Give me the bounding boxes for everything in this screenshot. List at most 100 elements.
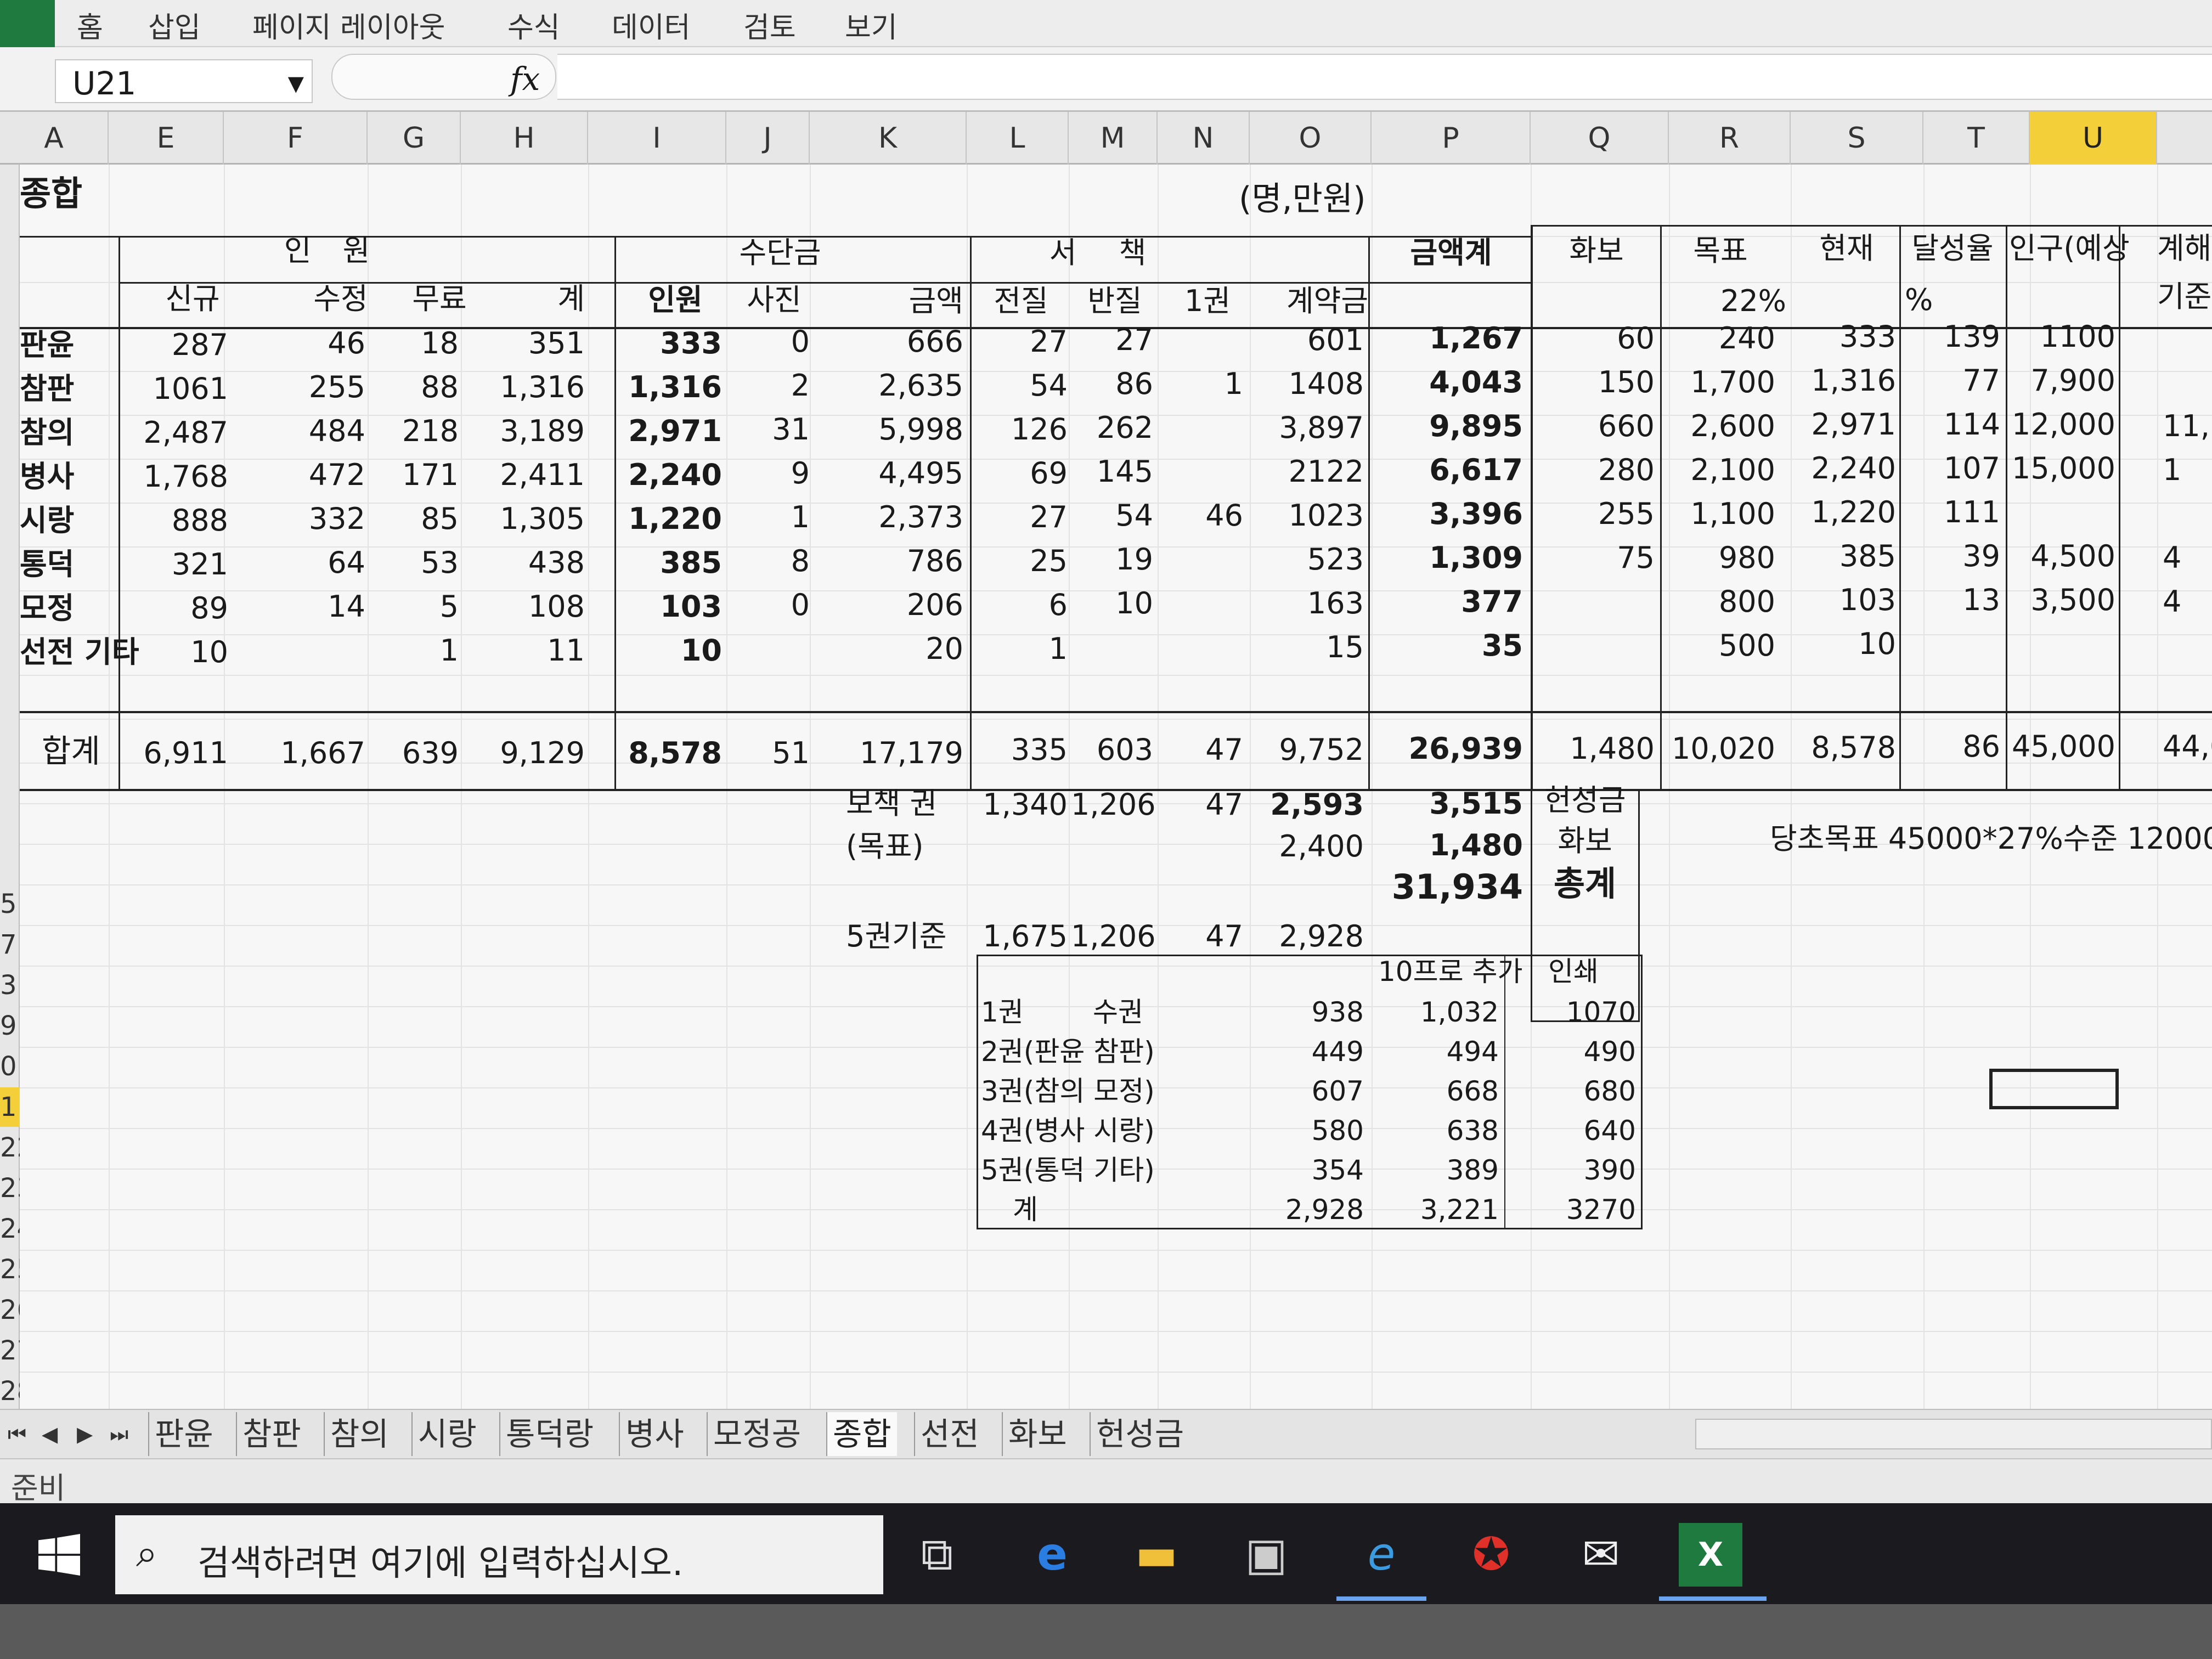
- table-cell[interactable]: 3,396: [1375, 495, 1523, 533]
- tab-data[interactable]: 데이터: [612, 4, 691, 46]
- books-cell[interactable]: 668: [1375, 1072, 1499, 1110]
- table-cell[interactable]: 27: [974, 323, 1068, 361]
- table-cell[interactable]: 39: [1901, 537, 2000, 575]
- row-header[interactable]: 9: [0, 1006, 20, 1046]
- table-cell[interactable]: 2: [733, 366, 810, 405]
- table-cell[interactable]: 1: [2163, 451, 2181, 489]
- col-header-j[interactable]: J: [726, 112, 810, 165]
- col-header-g[interactable]: G: [368, 112, 461, 165]
- table-cell[interactable]: 6,617: [1375, 451, 1523, 489]
- books-cell[interactable]: 3270: [1508, 1190, 1636, 1229]
- row-header[interactable]: 24: [0, 1209, 33, 1249]
- table-cell[interactable]: 10: [590, 631, 722, 670]
- table-cell[interactable]: 27: [1071, 321, 1153, 359]
- table-cell[interactable]: 4: [2163, 539, 2181, 577]
- table-cell[interactable]: 3,500: [2011, 581, 2115, 619]
- table-cell[interactable]: 351: [464, 324, 585, 363]
- table-cell[interactable]: 0: [733, 323, 810, 361]
- tab-home[interactable]: 홈: [77, 4, 103, 46]
- table-cell[interactable]: 150: [1534, 363, 1655, 402]
- table-cell[interactable]: 18: [371, 324, 459, 363]
- total-cell[interactable]: 8,578: [1792, 729, 1896, 767]
- table-cell[interactable]: 9: [733, 454, 810, 493]
- table-cell[interactable]: 14: [228, 588, 365, 626]
- excel-icon[interactable]: X: [1679, 1523, 1742, 1587]
- table-cell[interactable]: 64: [228, 544, 365, 582]
- table-cell[interactable]: 171: [371, 456, 459, 494]
- table-cell[interactable]: 145: [1071, 453, 1153, 491]
- table-cell[interactable]: 126: [974, 410, 1068, 449]
- col-header-t[interactable]: T: [1923, 112, 2030, 165]
- table-cell[interactable]: 1,220: [590, 500, 722, 538]
- col-header-r[interactable]: R: [1669, 112, 1791, 165]
- summary-cell[interactable]: 2,400: [1254, 827, 1364, 866]
- col-header-q[interactable]: Q: [1531, 112, 1669, 165]
- books-cell[interactable]: 680: [1508, 1072, 1636, 1110]
- total-cell[interactable]: 47: [1161, 731, 1243, 769]
- table-cell[interactable]: 53: [371, 544, 459, 582]
- table-cell[interactable]: 4,043: [1375, 363, 1523, 402]
- row-header[interactable]: 25: [0, 1250, 33, 1289]
- summary-cell[interactable]: 47: [1161, 917, 1243, 956]
- table-cell[interactable]: 980: [1666, 539, 1775, 577]
- total-cell[interactable]: 1,667: [228, 734, 365, 772]
- acrobat-icon[interactable]: ✪: [1459, 1523, 1523, 1587]
- dropdown-arrow-icon[interactable]: ▼: [288, 71, 304, 95]
- summary-cell[interactable]: 2,928: [1254, 917, 1364, 956]
- tab-page-layout[interactable]: 페이지 레이아웃: [252, 4, 445, 46]
- table-cell[interactable]: 8: [733, 542, 810, 580]
- table-cell[interactable]: 1,316: [1792, 362, 1896, 400]
- table-cell[interactable]: 2,600: [1666, 407, 1775, 445]
- row-header[interactable]: 22: [0, 1128, 33, 1167]
- sheet-tab[interactable]: 병사: [619, 1412, 690, 1456]
- col-header-a[interactable]: A: [0, 112, 109, 165]
- table-cell[interactable]: 54: [974, 366, 1068, 405]
- total-cell[interactable]: 335: [974, 731, 1068, 769]
- windows-start-icon[interactable]: [38, 1534, 80, 1576]
- table-cell[interactable]: 2,635: [815, 366, 963, 405]
- col-header-u[interactable]: U: [2030, 112, 2157, 165]
- table-cell[interactable]: 255: [1534, 495, 1655, 533]
- col-header-i[interactable]: I: [588, 112, 726, 165]
- table-cell[interactable]: 54: [1071, 496, 1153, 535]
- table-cell[interactable]: 11,: [2163, 407, 2210, 445]
- summary-cell[interactable]: 47: [1161, 786, 1243, 824]
- sheet-tab[interactable]: 판윤: [148, 1412, 219, 1456]
- table-cell[interactable]: 523: [1254, 540, 1364, 579]
- books-cell[interactable]: 2,928: [1254, 1190, 1364, 1229]
- table-cell[interactable]: 2,240: [1792, 449, 1896, 488]
- table-cell[interactable]: 1: [733, 498, 810, 537]
- col-header-l[interactable]: L: [967, 112, 1069, 165]
- table-cell[interactable]: 332: [228, 500, 365, 538]
- table-cell[interactable]: 1,316: [464, 368, 585, 407]
- selected-cell-u21[interactable]: [1989, 1069, 2119, 1109]
- task-view-icon[interactable]: ⧉: [905, 1523, 969, 1587]
- sheet-tab[interactable]: 헌성금: [1090, 1412, 1189, 1456]
- row-header[interactable]: 5: [0, 884, 20, 924]
- total-cell[interactable]: 45,000: [2011, 727, 2115, 766]
- total-cell[interactable]: 1,480: [1534, 730, 1655, 768]
- books-cell[interactable]: 580: [1254, 1111, 1364, 1150]
- table-cell[interactable]: 2,240: [590, 456, 722, 494]
- summary-cell[interactable]: 1,340: [974, 786, 1068, 824]
- col-header-n[interactable]: N: [1158, 112, 1250, 165]
- table-cell[interactable]: 287: [119, 326, 228, 364]
- col-header-h[interactable]: H: [461, 112, 588, 165]
- table-cell[interactable]: 2,487: [119, 414, 228, 452]
- table-cell[interactable]: 25: [974, 542, 1068, 580]
- table-cell[interactable]: 255: [228, 368, 365, 407]
- table-cell[interactable]: 1,700: [1666, 363, 1775, 402]
- table-cell[interactable]: 86: [1071, 365, 1153, 403]
- edge-icon[interactable]: e: [1020, 1523, 1084, 1587]
- summary-cell[interactable]: 3,515: [1375, 785, 1523, 823]
- tab-formulas[interactable]: 수식: [507, 4, 560, 46]
- total-cell[interactable]: 8,578: [590, 734, 722, 772]
- total-cell[interactable]: 9,129: [464, 734, 585, 772]
- first-sheet-icon[interactable]: ⏮: [8, 1422, 26, 1447]
- table-cell[interactable]: 1,267: [1375, 319, 1523, 358]
- books-cell[interactable]: 1070: [1508, 993, 1636, 1031]
- table-cell[interactable]: 20: [815, 630, 963, 668]
- table-cell[interactable]: 2,971: [590, 412, 722, 450]
- table-cell[interactable]: 69: [974, 454, 1068, 493]
- table-cell[interactable]: 15,000: [2011, 449, 2115, 488]
